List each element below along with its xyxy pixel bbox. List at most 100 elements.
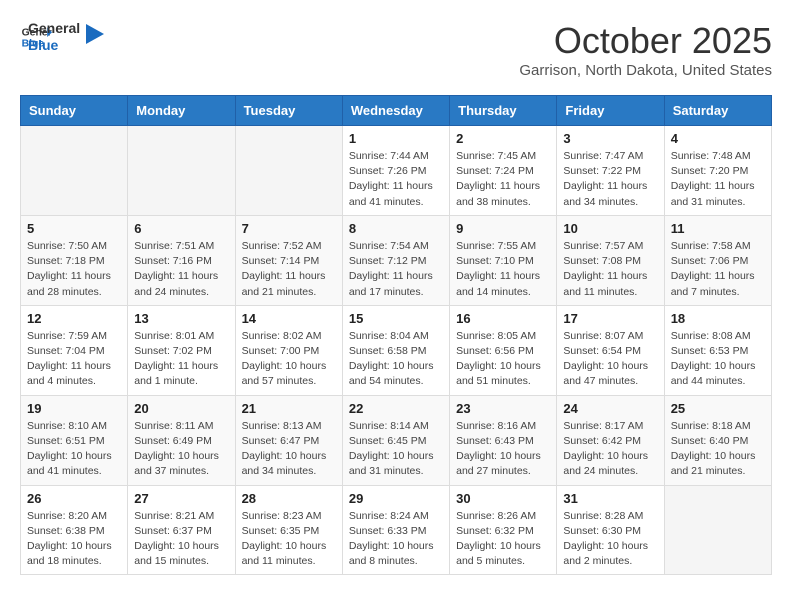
- day-number: 28: [242, 491, 336, 506]
- day-info: Sunrise: 7:45 AMSunset: 7:24 PMDaylight:…: [456, 149, 550, 210]
- logo-triangle-icon: [86, 24, 104, 46]
- day-info: Sunrise: 7:47 AMSunset: 7:22 PMDaylight:…: [563, 149, 657, 210]
- day-number: 4: [671, 131, 765, 146]
- day-number: 27: [134, 491, 228, 506]
- day-info: Sunrise: 8:21 AMSunset: 6:37 PMDaylight:…: [134, 509, 228, 570]
- calendar-week-row: 12 Sunrise: 7:59 AMSunset: 7:04 PMDayligh…: [21, 305, 772, 395]
- day-info: Sunrise: 8:10 AMSunset: 6:51 PMDaylight:…: [27, 419, 121, 480]
- day-number: 18: [671, 311, 765, 326]
- calendar-cell: 27 Sunrise: 8:21 AMSunset: 6:37 PMDayligh…: [128, 485, 235, 575]
- day-info: Sunrise: 7:59 AMSunset: 7:04 PMDaylight:…: [27, 329, 121, 390]
- day-number: 1: [349, 131, 443, 146]
- calendar-week-row: 1 Sunrise: 7:44 AMSunset: 7:26 PMDaylight…: [21, 126, 772, 216]
- calendar-cell: 7 Sunrise: 7:52 AMSunset: 7:14 PMDaylight…: [235, 215, 342, 305]
- logo: General Blue General Blue: [20, 20, 104, 54]
- col-header-monday: Monday: [128, 96, 235, 126]
- calendar-cell: 24 Sunrise: 8:17 AMSunset: 6:42 PMDayligh…: [557, 395, 664, 485]
- title-block: October 2025 Garrison, North Dakota, Uni…: [519, 20, 772, 79]
- day-info: Sunrise: 8:28 AMSunset: 6:30 PMDaylight:…: [563, 509, 657, 570]
- day-number: 13: [134, 311, 228, 326]
- calendar-cell: 10 Sunrise: 7:57 AMSunset: 7:08 PMDayligh…: [557, 215, 664, 305]
- calendar-cell: 30Sunrise: 8:26 AMSunset: 6:32 PMDayligh…: [450, 485, 557, 575]
- calendar-cell: [128, 126, 235, 216]
- day-info: Sunrise: 8:01 AMSunset: 7:02 PMDaylight:…: [134, 329, 228, 390]
- day-info: Sunrise: 7:54 AMSunset: 7:12 PMDaylight:…: [349, 239, 443, 300]
- day-info: Sunrise: 7:50 AMSunset: 7:18 PMDaylight:…: [27, 239, 121, 300]
- col-header-saturday: Saturday: [664, 96, 771, 126]
- calendar-cell: 20Sunrise: 8:11 AMSunset: 6:49 PMDayligh…: [128, 395, 235, 485]
- calendar-cell: 8 Sunrise: 7:54 AMSunset: 7:12 PMDaylight…: [342, 215, 449, 305]
- day-number: 8: [349, 221, 443, 236]
- day-info: Sunrise: 7:44 AMSunset: 7:26 PMDaylight:…: [349, 149, 443, 210]
- day-number: 25: [671, 401, 765, 416]
- col-header-wednesday: Wednesday: [342, 96, 449, 126]
- calendar-cell: 2 Sunrise: 7:45 AMSunset: 7:24 PMDaylight…: [450, 126, 557, 216]
- logo-blue-text: Blue: [28, 37, 80, 54]
- day-info: Sunrise: 7:57 AMSunset: 7:08 PMDaylight:…: [563, 239, 657, 300]
- day-number: 29: [349, 491, 443, 506]
- calendar-cell: 14 Sunrise: 8:02 AMSunset: 7:00 PMDayligh…: [235, 305, 342, 395]
- day-number: 2: [456, 131, 550, 146]
- day-info: Sunrise: 8:23 AMSunset: 6:35 PMDaylight:…: [242, 509, 336, 570]
- calendar-cell: 5 Sunrise: 7:50 AMSunset: 7:18 PMDaylight…: [21, 215, 128, 305]
- calendar-header-row: SundayMondayTuesdayWednesdayThursdayFrid…: [21, 96, 772, 126]
- calendar-cell: 23Sunrise: 8:16 AMSunset: 6:43 PMDayligh…: [450, 395, 557, 485]
- day-number: 24: [563, 401, 657, 416]
- calendar-week-row: 26Sunrise: 8:20 AMSunset: 6:38 PMDayligh…: [21, 485, 772, 575]
- day-number: 22: [349, 401, 443, 416]
- day-number: 10: [563, 221, 657, 236]
- day-number: 17: [563, 311, 657, 326]
- day-info: Sunrise: 8:24 AMSunset: 6:33 PMDaylight:…: [349, 509, 443, 570]
- day-number: 31: [563, 491, 657, 506]
- calendar-cell: 26Sunrise: 8:20 AMSunset: 6:38 PMDayligh…: [21, 485, 128, 575]
- calendar-cell: 17 Sunrise: 8:07 AMSunset: 6:54 PMDayligh…: [557, 305, 664, 395]
- day-number: 14: [242, 311, 336, 326]
- day-number: 15: [349, 311, 443, 326]
- day-number: 19: [27, 401, 121, 416]
- day-number: 7: [242, 221, 336, 236]
- day-info: Sunrise: 8:04 AMSunset: 6:58 PMDaylight:…: [349, 329, 443, 390]
- calendar-cell: 28 Sunrise: 8:23 AMSunset: 6:35 PMDayligh…: [235, 485, 342, 575]
- calendar-cell: 19 Sunrise: 8:10 AMSunset: 6:51 PMDayligh…: [21, 395, 128, 485]
- calendar-cell: 29 Sunrise: 8:24 AMSunset: 6:33 PMDayligh…: [342, 485, 449, 575]
- day-info: Sunrise: 8:07 AMSunset: 6:54 PMDaylight:…: [563, 329, 657, 390]
- calendar-cell: 18 Sunrise: 8:08 AMSunset: 6:53 PMDayligh…: [664, 305, 771, 395]
- day-number: 23: [456, 401, 550, 416]
- day-number: 12: [27, 311, 121, 326]
- calendar-cell: 15 Sunrise: 8:04 AMSunset: 6:58 PMDayligh…: [342, 305, 449, 395]
- day-info: Sunrise: 8:20 AMSunset: 6:38 PMDaylight:…: [27, 509, 121, 570]
- calendar-cell: [664, 485, 771, 575]
- calendar-cell: [21, 126, 128, 216]
- day-info: Sunrise: 8:13 AMSunset: 6:47 PMDaylight:…: [242, 419, 336, 480]
- calendar-cell: 22 Sunrise: 8:14 AMSunset: 6:45 PMDayligh…: [342, 395, 449, 485]
- day-info: Sunrise: 8:11 AMSunset: 6:49 PMDaylight:…: [134, 419, 228, 480]
- day-info: Sunrise: 8:05 AMSunset: 6:56 PMDaylight:…: [456, 329, 550, 390]
- day-info: Sunrise: 7:51 AMSunset: 7:16 PMDaylight:…: [134, 239, 228, 300]
- day-info: Sunrise: 8:17 AMSunset: 6:42 PMDaylight:…: [563, 419, 657, 480]
- calendar-cell: 21 Sunrise: 8:13 AMSunset: 6:47 PMDayligh…: [235, 395, 342, 485]
- day-number: 16: [456, 311, 550, 326]
- day-info: Sunrise: 8:14 AMSunset: 6:45 PMDaylight:…: [349, 419, 443, 480]
- calendar-week-row: 19 Sunrise: 8:10 AMSunset: 6:51 PMDayligh…: [21, 395, 772, 485]
- day-number: 5: [27, 221, 121, 236]
- day-number: 30: [456, 491, 550, 506]
- day-number: 21: [242, 401, 336, 416]
- calendar-week-row: 5 Sunrise: 7:50 AMSunset: 7:18 PMDaylight…: [21, 215, 772, 305]
- calendar-cell: 1 Sunrise: 7:44 AMSunset: 7:26 PMDaylight…: [342, 126, 449, 216]
- day-number: 3: [563, 131, 657, 146]
- col-header-sunday: Sunday: [21, 96, 128, 126]
- location-subtitle: Garrison, North Dakota, United States: [519, 62, 772, 79]
- day-info: Sunrise: 7:52 AMSunset: 7:14 PMDaylight:…: [242, 239, 336, 300]
- calendar-cell: 31 Sunrise: 8:28 AMSunset: 6:30 PMDayligh…: [557, 485, 664, 575]
- calendar-cell: 11Sunrise: 7:58 AMSunset: 7:06 PMDayligh…: [664, 215, 771, 305]
- day-info: Sunrise: 8:02 AMSunset: 7:00 PMDaylight:…: [242, 329, 336, 390]
- calendar-cell: 12 Sunrise: 7:59 AMSunset: 7:04 PMDayligh…: [21, 305, 128, 395]
- day-info: Sunrise: 8:18 AMSunset: 6:40 PMDaylight:…: [671, 419, 765, 480]
- day-number: 9: [456, 221, 550, 236]
- logo-general-text: General: [28, 20, 80, 37]
- calendar-cell: 9Sunrise: 7:55 AMSunset: 7:10 PMDaylight…: [450, 215, 557, 305]
- col-header-friday: Friday: [557, 96, 664, 126]
- calendar-cell: 3 Sunrise: 7:47 AMSunset: 7:22 PMDaylight…: [557, 126, 664, 216]
- day-info: Sunrise: 8:08 AMSunset: 6:53 PMDaylight:…: [671, 329, 765, 390]
- month-title: October 2025: [519, 20, 772, 62]
